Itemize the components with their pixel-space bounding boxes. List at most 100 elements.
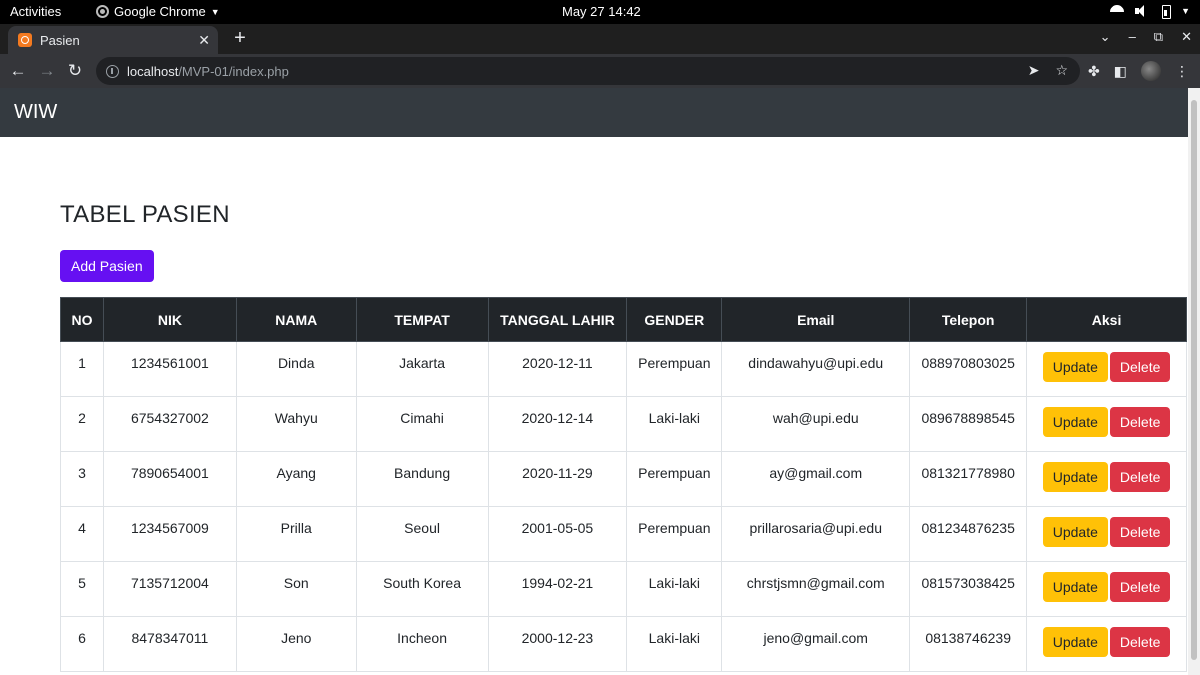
table-cell: chrstjsmn@gmail.com bbox=[721, 561, 911, 617]
main-content: TABEL PASIEN Add Pasien NO NIK NAMA TEMPAT T… bbox=[0, 201, 1188, 672]
update-button[interactable]: Update bbox=[1042, 517, 1108, 547]
pasien-table: NO NIK NAMA TEMPAT TANGGAL LAHIR GENDER Email T… bbox=[60, 297, 1187, 672]
back-icon[interactable]: ← bbox=[6, 59, 30, 83]
table-cell: 08138746239 bbox=[909, 616, 1028, 672]
table-cell: 7890654001 bbox=[102, 451, 237, 507]
delete-button[interactable]: Delete bbox=[1109, 627, 1171, 657]
table-cell: Incheon bbox=[355, 616, 489, 672]
system-top-bar: Activities Google Chrome ▼ May 27 14:42 … bbox=[0, 0, 1200, 24]
table-cell: Son bbox=[235, 561, 357, 617]
column-header: TEMPAT bbox=[355, 297, 489, 342]
add-pasien-button[interactable]: Add Pasien bbox=[60, 250, 154, 282]
table-cell: Wahyu bbox=[235, 396, 357, 452]
system-tray[interactable]: ▼ bbox=[1109, 3, 1190, 19]
wifi-icon bbox=[1109, 3, 1125, 19]
table-cell: 2020-12-11 bbox=[487, 341, 628, 397]
update-button[interactable]: Update bbox=[1042, 352, 1108, 382]
delete-button[interactable]: Delete bbox=[1109, 572, 1171, 602]
app-menu[interactable]: Google Chrome ▼ bbox=[96, 4, 220, 19]
table-cell: Jeno bbox=[235, 616, 357, 672]
table-row: 2 6754327002 Wahyu Cimahi 2020-12-14 Laki-lak… bbox=[60, 396, 1187, 452]
table-cell: 4 bbox=[60, 506, 104, 562]
table-cell: 089678898545 bbox=[909, 396, 1028, 452]
profile-avatar[interactable] bbox=[1140, 61, 1161, 81]
omnibox-actions: ➤ ☆ bbox=[1028, 62, 1068, 79]
column-header: NO bbox=[60, 297, 104, 342]
delete-button[interactable]: Delete bbox=[1109, 517, 1171, 547]
table-cell: 1994-02-21 bbox=[487, 561, 628, 617]
column-header: TANGGAL LAHIR bbox=[487, 297, 628, 342]
table-cell: 6754327002 bbox=[102, 396, 237, 452]
table-row: 5 7135712004 Son South Korea 1994-02-21 Laki-… bbox=[60, 561, 1187, 617]
reload-icon[interactable]: ↻ bbox=[63, 59, 87, 83]
menu-kebab-icon[interactable]: ⋮ bbox=[1175, 63, 1189, 80]
table-cell: 6 bbox=[60, 616, 104, 672]
activities-button[interactable]: Activities bbox=[10, 4, 61, 19]
page-viewport: WIW TABEL PASIEN Add Pasien NO NIK NAMA TEM… bbox=[0, 88, 1188, 675]
close-tab-icon[interactable]: ✕ bbox=[198, 32, 210, 49]
table-cell: 2020-11-29 bbox=[487, 451, 628, 507]
table-cell: dindawahyu@upi.edu bbox=[721, 341, 911, 397]
update-button[interactable]: Update bbox=[1042, 407, 1108, 437]
table-cell: wah@upi.edu bbox=[721, 396, 911, 452]
chrome-icon bbox=[96, 5, 109, 18]
table-cell: Ayang bbox=[235, 451, 357, 507]
table-cell: Perempuan bbox=[626, 506, 723, 562]
toolbar-actions: ✤ ◧ ⋮ bbox=[1088, 61, 1189, 81]
battery-icon bbox=[1157, 3, 1173, 19]
table-cell: Bandung bbox=[355, 451, 489, 507]
table-cell: 5 bbox=[60, 561, 104, 617]
update-button[interactable]: Update bbox=[1042, 572, 1108, 602]
table-cell: 3 bbox=[60, 451, 104, 507]
table-cell: prillarosaria@upi.edu bbox=[721, 506, 911, 562]
minimize-icon[interactable]: – bbox=[1129, 29, 1136, 45]
extensions-icon[interactable]: ✤ bbox=[1088, 63, 1100, 80]
tab-search-icon[interactable]: ⌄ bbox=[1100, 29, 1111, 45]
table-cell: Laki-laki bbox=[626, 561, 723, 617]
table-cell: Prilla bbox=[235, 506, 357, 562]
clock[interactable]: May 27 14:42 bbox=[562, 4, 641, 19]
action-cell: Update Delete bbox=[1026, 561, 1187, 617]
page-scrollbar[interactable] bbox=[1188, 88, 1200, 675]
table-cell: ay@gmail.com bbox=[721, 451, 911, 507]
new-tab-button[interactable]: + bbox=[229, 27, 251, 49]
table-cell: Perempuan bbox=[626, 451, 723, 507]
update-button[interactable]: Update bbox=[1042, 627, 1108, 657]
table-cell: 7135712004 bbox=[102, 561, 237, 617]
volume-icon bbox=[1133, 3, 1149, 19]
scrollbar-thumb[interactable] bbox=[1191, 100, 1197, 660]
table-row: 1 1234561001 Dinda Jakarta 2020-12-11 Perempu… bbox=[60, 341, 1187, 397]
delete-button[interactable]: Delete bbox=[1109, 352, 1171, 382]
table-row: 6 8478347011 Jeno Incheon 2000-12-23 Laki-lak… bbox=[60, 616, 1187, 672]
column-header: GENDER bbox=[626, 297, 723, 342]
navbar: WIW bbox=[0, 88, 1188, 137]
navbar-brand[interactable]: WIW bbox=[14, 101, 57, 123]
forward-icon[interactable]: → bbox=[35, 59, 59, 83]
table-cell: 2000-12-23 bbox=[487, 616, 628, 672]
restore-icon[interactable]: ⧉ bbox=[1154, 29, 1163, 45]
browser-tab[interactable]: Pasien ✕ bbox=[8, 26, 218, 54]
address-bar[interactable]: localhost/MVP-01/index.php ➤ ☆ bbox=[96, 57, 1080, 85]
table-cell: Seoul bbox=[355, 506, 489, 562]
table-cell: 1234561001 bbox=[102, 341, 237, 397]
table-cell: 1 bbox=[60, 341, 104, 397]
site-info-icon[interactable] bbox=[106, 64, 119, 78]
table-cell: 2020-12-14 bbox=[487, 396, 628, 452]
table-cell: 081321778980 bbox=[909, 451, 1028, 507]
table-cell: 2 bbox=[60, 396, 104, 452]
delete-button[interactable]: Delete bbox=[1109, 462, 1171, 492]
table-row: 3 7890654001 Ayang Bandung 2020-11-29 Perempu… bbox=[60, 451, 1187, 507]
table-cell: 2001-05-05 bbox=[487, 506, 628, 562]
table-cell: South Korea bbox=[355, 561, 489, 617]
column-header: NIK bbox=[102, 297, 237, 342]
page-title: TABEL PASIEN bbox=[60, 201, 230, 228]
delete-button[interactable]: Delete bbox=[1109, 407, 1171, 437]
send-tab-icon[interactable]: ➤ bbox=[1028, 62, 1040, 79]
tab-title: Pasien bbox=[40, 32, 80, 48]
close-window-icon[interactable]: ✕ bbox=[1181, 29, 1192, 45]
table-cell: 081234876235 bbox=[909, 506, 1028, 562]
bookmark-star-icon[interactable]: ☆ bbox=[1055, 62, 1068, 79]
side-panel-icon[interactable]: ◧ bbox=[1114, 63, 1127, 80]
update-button[interactable]: Update bbox=[1042, 462, 1108, 492]
tab-strip: Pasien ✕ + ⌄ – ⧉ ✕ bbox=[0, 24, 1200, 54]
